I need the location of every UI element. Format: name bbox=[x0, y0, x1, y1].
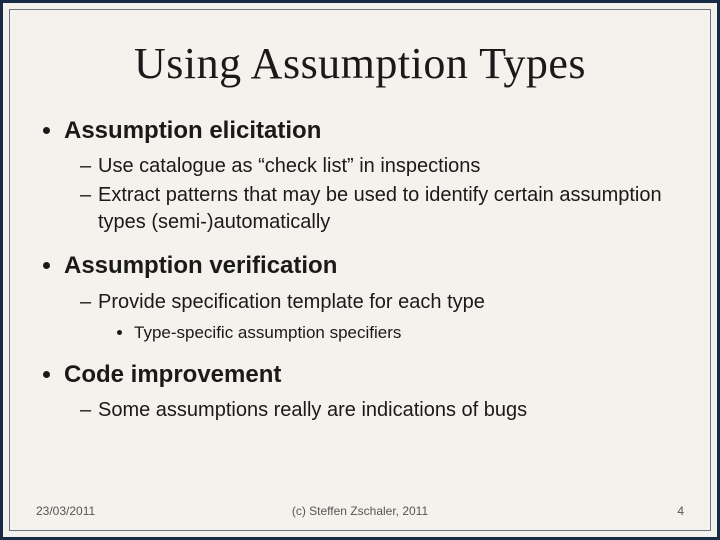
section-items: Some assumptions really are indications … bbox=[64, 397, 690, 424]
footer: 23/03/2011 (c) Steffen Zschaler, 2011 4 bbox=[10, 504, 710, 518]
section-code-improvement: Code improvement Some assumptions really… bbox=[64, 359, 690, 424]
section-elicitation: Assumption elicitation Use catalogue as … bbox=[64, 115, 690, 236]
section-items: Provide specification template for each … bbox=[64, 289, 690, 345]
footer-copyright: (c) Steffen Zschaler, 2011 bbox=[10, 504, 710, 518]
content-list: Assumption elicitation Use catalogue as … bbox=[38, 115, 690, 424]
list-item: Some assumptions really are indications … bbox=[80, 397, 690, 424]
sub-items: Type-specific assumption specifiers bbox=[98, 322, 690, 345]
slide-inner: Using Assumption Types Assumption elicit… bbox=[9, 9, 711, 531]
section-heading: Assumption elicitation bbox=[64, 117, 321, 144]
list-item-text: Provide specification template for each … bbox=[98, 291, 485, 313]
section-items: Use catalogue as “check list” in inspect… bbox=[64, 153, 690, 236]
slide-title: Using Assumption Types bbox=[30, 38, 690, 89]
slide: Using Assumption Types Assumption elicit… bbox=[0, 0, 720, 540]
list-item: Extract patterns that may be used to ide… bbox=[80, 182, 690, 236]
section-heading: Assumption verification bbox=[64, 252, 337, 279]
list-item: Use catalogue as “check list” in inspect… bbox=[80, 153, 690, 180]
section-verification: Assumption verification Provide specific… bbox=[64, 250, 690, 344]
sub-item: Type-specific assumption specifiers bbox=[134, 322, 690, 345]
list-item: Provide specification template for each … bbox=[80, 289, 690, 345]
section-heading: Code improvement bbox=[64, 361, 281, 388]
